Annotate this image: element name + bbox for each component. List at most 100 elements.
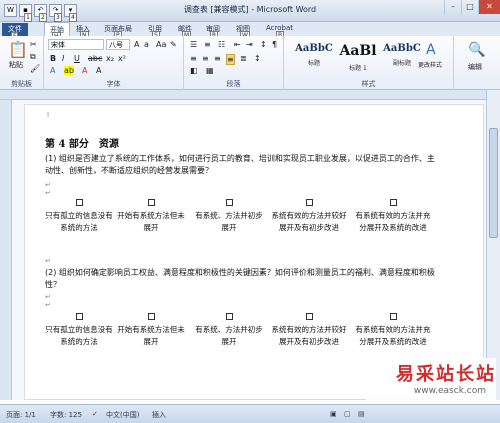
style-heading-1[interactable]: AaBl 标题 1 bbox=[338, 39, 378, 74]
minimize-button[interactable]: – bbox=[444, 0, 461, 14]
superscript-icon[interactable]: x² bbox=[118, 54, 126, 63]
option-4[interactable]: 系统有效的方法并较好展开及有初步改进 bbox=[269, 199, 349, 234]
maximize-button[interactable]: □ bbox=[461, 0, 478, 14]
checkbox[interactable] bbox=[389, 313, 397, 320]
highlight-icon[interactable]: ab bbox=[64, 66, 74, 75]
checkbox[interactable] bbox=[389, 199, 397, 206]
checkbox[interactable] bbox=[305, 199, 313, 206]
show-marks-icon[interactable]: ¶ bbox=[272, 40, 277, 49]
option-5[interactable]: 有系统有效的方法并充分展开及系统的改进 bbox=[353, 313, 433, 348]
change-case-icon[interactable]: Aa bbox=[156, 40, 166, 49]
tab-insert[interactable]: 插入N bbox=[76, 24, 90, 40]
language[interactable]: 中文(中国) bbox=[106, 410, 139, 420]
tab-view[interactable]: 视图W bbox=[236, 24, 250, 40]
paragraph-mark: ↵ bbox=[45, 301, 51, 309]
web-layout-icon[interactable]: ▤ bbox=[358, 410, 365, 418]
tab-page-layout[interactable]: 页面布局P bbox=[104, 24, 132, 40]
sort-icon[interactable]: ↕ bbox=[260, 40, 267, 49]
word-count[interactable]: 字数: 125 bbox=[50, 410, 82, 420]
italic-icon[interactable]: I bbox=[62, 54, 64, 63]
option-2[interactable]: 开始有系统方法但未展开 bbox=[115, 199, 187, 234]
option-label: 有系统有效的方法并充分展开及系统的改进 bbox=[355, 325, 431, 346]
option-3[interactable]: 有系统、方法并初步展开 bbox=[193, 313, 265, 348]
paragraph-mark: ↵ bbox=[45, 181, 51, 189]
align-center-icon[interactable]: ≡ bbox=[202, 54, 209, 63]
print-layout-icon[interactable]: ▣ bbox=[330, 410, 337, 418]
font-size-select[interactable]: 八号 bbox=[106, 39, 130, 50]
checkbox[interactable] bbox=[225, 313, 233, 320]
font-group: 宋体 八号 A a Aa ✎ B I U abc x₂ x² A ab A A … bbox=[44, 36, 184, 90]
text-effects-icon[interactable]: A bbox=[50, 66, 55, 75]
ribbon-tabs: 文件F 开始H 插入N 页面布局P 引用S 邮件M 审阅R 视图W Acroba… bbox=[0, 22, 500, 41]
vertical-ruler[interactable] bbox=[0, 100, 12, 400]
option-1[interactable]: 只有孤立的信息没有系统的方法 bbox=[43, 313, 115, 348]
style-title[interactable]: AaBbC 标题 bbox=[294, 39, 334, 74]
increase-indent-icon[interactable]: ⇥ bbox=[246, 40, 253, 49]
char-shading-icon[interactable]: A bbox=[96, 66, 101, 75]
option-1[interactable]: 只有孤立的信息没有系统的方法 bbox=[43, 199, 115, 234]
cut-icon[interactable]: ✂ bbox=[30, 40, 37, 49]
numbering-icon[interactable]: ≡ bbox=[204, 40, 211, 49]
checkbox[interactable] bbox=[225, 199, 233, 206]
page[interactable]: I 第 4 部分 资源 (1) 组织是否建立了系统的工作体系，如何进行员工的教育… bbox=[24, 104, 484, 400]
option-4[interactable]: 系统有效的方法并较好展开及有初步改进 bbox=[269, 313, 349, 348]
font-name-select[interactable]: 宋体 bbox=[48, 39, 104, 50]
find-icon[interactable]: 🔍 bbox=[468, 42, 485, 58]
checkbox[interactable] bbox=[75, 199, 83, 206]
insert-mode[interactable]: 插入 bbox=[152, 410, 166, 420]
copy-icon[interactable]: ⧉ bbox=[30, 52, 36, 62]
scroll-thumb[interactable] bbox=[489, 128, 498, 238]
tab-acrobat[interactable]: AcrobatB bbox=[266, 24, 293, 40]
strikethrough-icon[interactable]: abc bbox=[88, 54, 102, 63]
tab-mailings[interactable]: 邮件M bbox=[178, 24, 192, 40]
status-bar: 页面: 1/1 字数: 125 ✓ 中文(中国) 插入 ▣ ▢ ▤ bbox=[0, 404, 500, 423]
align-left-icon[interactable]: ≡ bbox=[190, 54, 197, 63]
horizontal-ruler[interactable] bbox=[0, 90, 500, 100]
tab-file[interactable]: 文件F bbox=[2, 23, 28, 41]
distributed-icon[interactable]: ≣ bbox=[240, 54, 247, 63]
styles-group: AaBbC 标题 AaBl 标题 1 AaBbC 副标题 A 更改样式 样式 bbox=[284, 36, 454, 90]
shading-icon[interactable]: ◧ bbox=[190, 66, 198, 75]
line-spacing-icon[interactable]: ↕ bbox=[254, 54, 261, 63]
option-label: 有系统有效的方法并充分展开及系统的改进 bbox=[355, 211, 431, 232]
option-label: 系统有效的方法并较好展开及有初步改进 bbox=[271, 211, 347, 232]
option-label: 只有孤立的信息没有系统的方法 bbox=[45, 211, 113, 232]
change-styles-label[interactable]: 更改样式 bbox=[418, 60, 442, 69]
paste-label[interactable]: 粘贴 bbox=[9, 60, 23, 70]
change-styles-icon[interactable]: A bbox=[426, 42, 436, 58]
tab-home[interactable]: 开始H bbox=[44, 22, 70, 41]
tab-references[interactable]: 引用S bbox=[148, 24, 162, 40]
close-button[interactable]: ✕ bbox=[478, 0, 500, 14]
option-5[interactable]: 有系统有效的方法并充分展开及系统的改进 bbox=[353, 199, 433, 234]
bold-icon[interactable]: B bbox=[50, 54, 56, 63]
align-right-icon[interactable]: ≡ bbox=[214, 54, 221, 63]
tab-review[interactable]: 审阅R bbox=[206, 24, 220, 40]
format-painter-icon[interactable]: 🖌 bbox=[30, 64, 40, 73]
group-label: 段落 bbox=[226, 80, 241, 88]
style-subtitle[interactable]: AaBbC 副标题 bbox=[382, 39, 422, 74]
option-2[interactable]: 开始有系统方法但未展开 bbox=[115, 313, 187, 348]
justify-icon[interactable]: ≡ bbox=[226, 54, 235, 65]
option-label: 开始有系统方法但未展开 bbox=[117, 211, 185, 232]
editing-label[interactable]: 编辑 bbox=[468, 62, 482, 72]
option-3[interactable]: 有系统、方法并初步展开 bbox=[193, 199, 265, 234]
paste-icon[interactable]: 📋 bbox=[8, 40, 28, 59]
borders-icon[interactable]: ▦ bbox=[206, 66, 214, 75]
vertical-scrollbar[interactable] bbox=[486, 90, 500, 400]
proofing-icon[interactable]: ✓ bbox=[92, 410, 98, 418]
checkbox[interactable] bbox=[147, 199, 155, 206]
checkbox[interactable] bbox=[147, 313, 155, 320]
bullets-icon[interactable]: ☰ bbox=[190, 40, 197, 49]
checkbox[interactable] bbox=[75, 313, 83, 320]
subscript-icon[interactable]: x₂ bbox=[106, 54, 114, 63]
font-color-icon[interactable]: A bbox=[82, 66, 87, 75]
page-count[interactable]: 页面: 1/1 bbox=[6, 410, 36, 420]
decrease-indent-icon[interactable]: ⇤ bbox=[234, 40, 241, 49]
clear-format-icon[interactable]: ✎ bbox=[170, 40, 177, 49]
full-screen-icon[interactable]: ▢ bbox=[344, 410, 351, 418]
checkbox[interactable] bbox=[305, 313, 313, 320]
underline-icon[interactable]: U bbox=[74, 54, 80, 63]
shrink-font-icon[interactable]: a bbox=[144, 40, 149, 49]
grow-font-icon[interactable]: A bbox=[134, 40, 139, 49]
multilevel-list-icon[interactable]: ☷ bbox=[218, 40, 225, 49]
